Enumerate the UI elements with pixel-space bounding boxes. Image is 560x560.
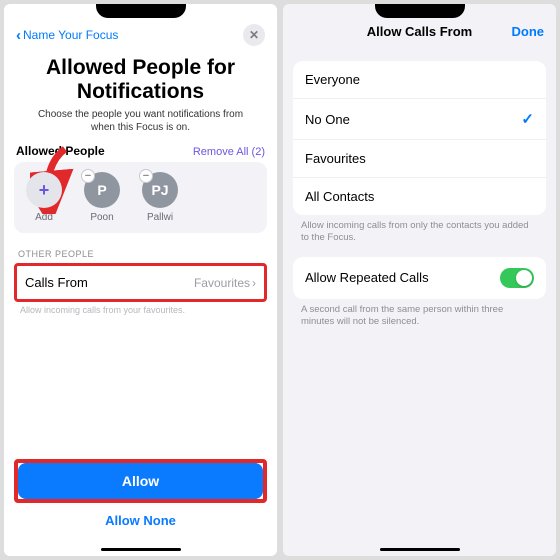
- remove-icon[interactable]: −: [139, 169, 153, 183]
- back-label: Name Your Focus: [23, 28, 118, 42]
- options-helper: Allow incoming calls from only the conta…: [283, 215, 556, 245]
- option-everyone[interactable]: Everyone: [293, 61, 546, 99]
- back-button[interactable]: ‹ Name Your Focus: [16, 27, 118, 44]
- close-button[interactable]: ✕: [243, 24, 265, 46]
- repeated-calls-row: Allow Repeated Calls: [293, 257, 546, 299]
- person-item[interactable]: −P Poon: [78, 172, 126, 223]
- calls-from-value: Favourites: [194, 276, 250, 290]
- add-person-button[interactable]: + Add: [20, 172, 68, 223]
- allowed-people-card: + Add −P Poon −PJ Pallwi: [14, 162, 267, 233]
- repeated-calls-group: Allow Repeated Calls: [293, 257, 546, 299]
- page-title: Allowed People for Notifications: [4, 52, 277, 104]
- option-label: All Contacts: [305, 189, 374, 204]
- calls-from-helper: Allow incoming calls from your favourite…: [4, 302, 277, 315]
- checkmark-icon: ✓: [521, 110, 534, 128]
- avatar-initial: P: [97, 182, 106, 198]
- option-no-one[interactable]: No One ✓: [293, 99, 546, 140]
- page-title: Allow Calls From: [367, 24, 472, 39]
- remove-all-button[interactable]: Remove All (2): [193, 146, 265, 158]
- screen-allow-calls-from: Allow Calls From Done Everyone No One ✓ …: [283, 4, 556, 556]
- repeated-calls-toggle[interactable]: [500, 268, 534, 288]
- home-indicator: [101, 548, 181, 551]
- chevron-left-icon: ‹: [16, 27, 21, 44]
- allowed-section-header: Allowed People Remove All (2): [4, 144, 277, 162]
- allow-none-button[interactable]: Allow None: [14, 503, 267, 528]
- add-label: Add: [35, 212, 53, 223]
- allow-button[interactable]: Allow: [18, 463, 263, 499]
- page-subtitle: Choose the people you want notifications…: [4, 104, 277, 144]
- screen-allowed-people: ‹ Name Your Focus ✕ Allowed People for N…: [4, 4, 277, 556]
- remove-icon[interactable]: −: [81, 169, 95, 183]
- calls-from-row[interactable]: Calls From Favourites ›: [14, 263, 267, 302]
- other-people-header: OTHER PEOPLE: [4, 233, 277, 263]
- person-name: Poon: [90, 212, 113, 223]
- device-notch: [96, 4, 186, 18]
- avatar-initial: PJ: [151, 182, 168, 198]
- calls-options-group: Everyone No One ✓ Favourites All Contact…: [293, 61, 546, 215]
- repeated-calls-label: Allow Repeated Calls: [305, 270, 429, 285]
- person-name: Pallwi: [147, 212, 173, 223]
- option-label: Everyone: [305, 72, 360, 87]
- option-label: Favourites: [305, 151, 366, 166]
- option-all-contacts[interactable]: All Contacts: [293, 178, 546, 215]
- option-favourites[interactable]: Favourites: [293, 140, 546, 178]
- allowed-label: Allowed People: [16, 144, 105, 158]
- person-item[interactable]: −PJ Pallwi: [136, 172, 184, 223]
- calls-from-label: Calls From: [25, 275, 88, 290]
- home-indicator: [380, 548, 460, 551]
- option-label: No One: [305, 112, 350, 127]
- toggle-knob: [516, 270, 532, 286]
- repeated-helper: A second call from the same person withi…: [283, 299, 556, 329]
- chevron-right-icon: ›: [252, 276, 256, 290]
- device-notch: [375, 4, 465, 18]
- plus-icon: +: [39, 180, 50, 201]
- bottom-actions: Allow Allow None: [4, 459, 277, 556]
- done-button[interactable]: Done: [512, 24, 545, 39]
- annotation-highlight: Allow: [14, 459, 267, 503]
- close-icon: ✕: [249, 28, 259, 42]
